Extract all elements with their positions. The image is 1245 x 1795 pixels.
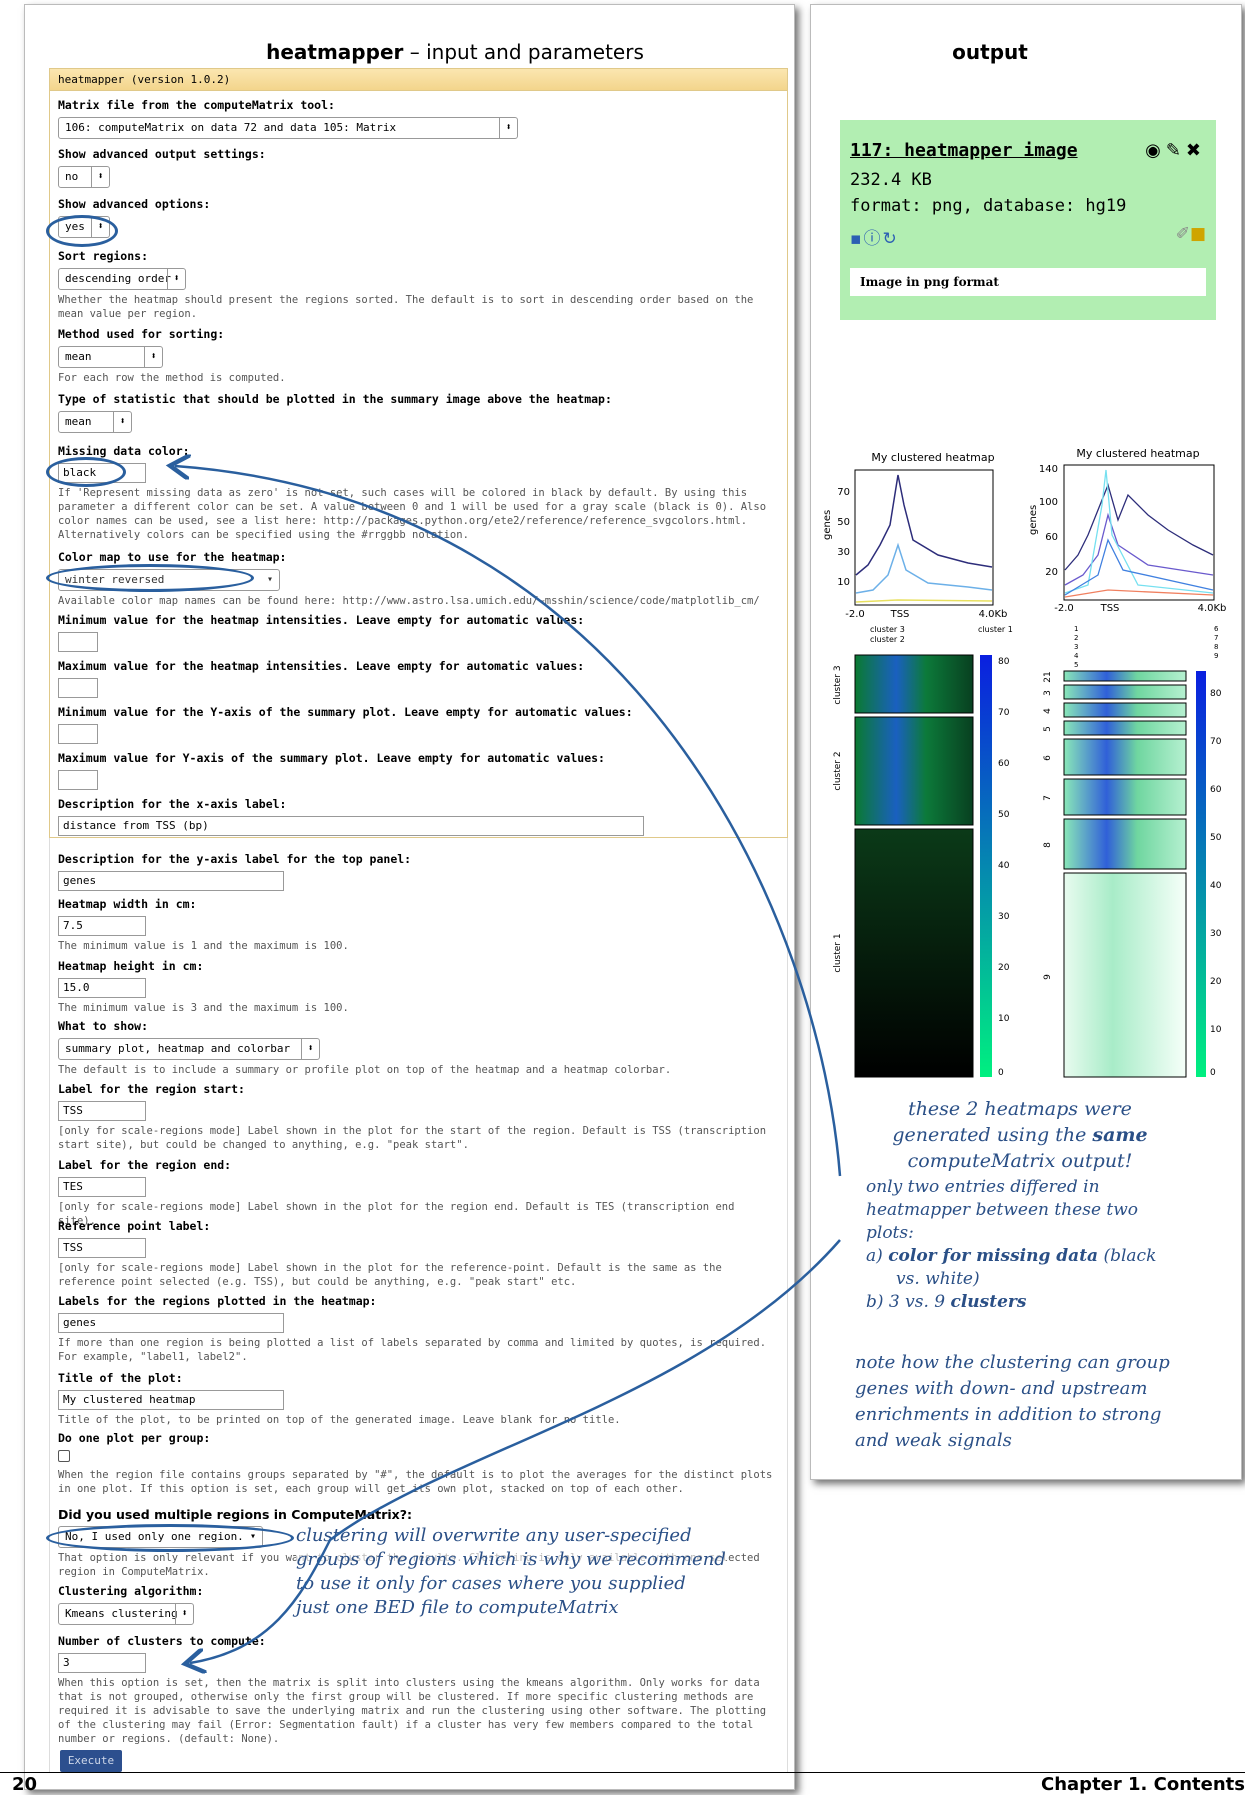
page-number: 20 — [12, 1774, 38, 1795]
chapter-title: Chapter 1. Contents — [1041, 1774, 1245, 1795]
arrow-clusters — [190, 1239, 841, 1663]
page-footer — [0, 1772, 1245, 1773]
arrow-missing-color — [175, 466, 842, 1177]
annotation-arrows — [0, 0, 842, 1794]
